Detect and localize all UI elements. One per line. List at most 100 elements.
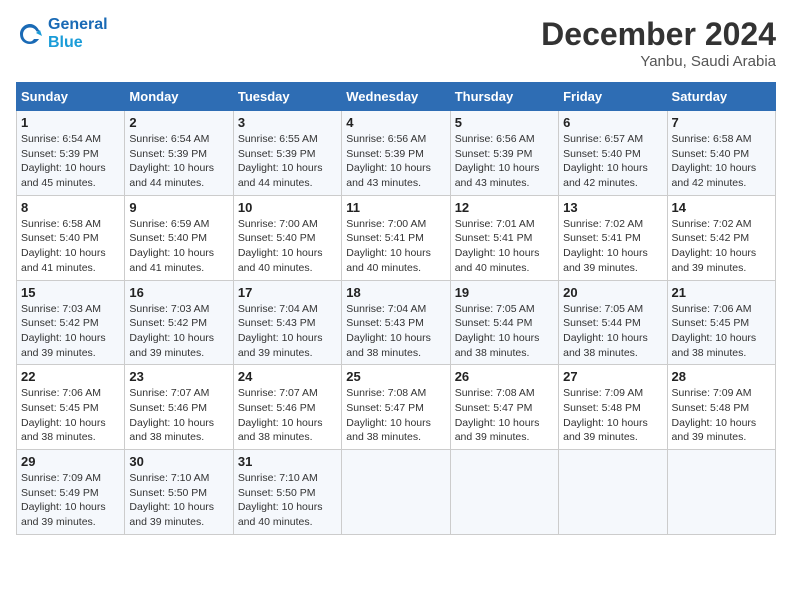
day-number: 7: [672, 115, 771, 130]
day-number: 20: [563, 285, 662, 300]
day-number: 28: [672, 369, 771, 384]
day-number: 10: [238, 200, 337, 215]
day-info: Sunrise: 6:55 AM Sunset: 5:39 PM Dayligh…: [238, 132, 337, 191]
day-number: 27: [563, 369, 662, 384]
day-info: Sunrise: 7:07 AM Sunset: 5:46 PM Dayligh…: [129, 386, 228, 445]
day-number: 18: [346, 285, 445, 300]
day-info: Sunrise: 6:57 AM Sunset: 5:40 PM Dayligh…: [563, 132, 662, 191]
day-number: 1: [21, 115, 120, 130]
calendar-cell: 6 Sunrise: 6:57 AM Sunset: 5:40 PM Dayli…: [559, 111, 667, 196]
day-number: 25: [346, 369, 445, 384]
calendar-cell: 2 Sunrise: 6:54 AM Sunset: 5:39 PM Dayli…: [125, 111, 233, 196]
day-info: Sunrise: 6:56 AM Sunset: 5:39 PM Dayligh…: [346, 132, 445, 191]
day-info: Sunrise: 7:05 AM Sunset: 5:44 PM Dayligh…: [455, 302, 554, 361]
day-info: Sunrise: 7:06 AM Sunset: 5:45 PM Dayligh…: [21, 386, 120, 445]
day-info: Sunrise: 7:10 AM Sunset: 5:50 PM Dayligh…: [129, 471, 228, 530]
day-info: Sunrise: 7:00 AM Sunset: 5:41 PM Dayligh…: [346, 217, 445, 276]
day-number: 31: [238, 454, 337, 469]
day-number: 13: [563, 200, 662, 215]
day-number: 15: [21, 285, 120, 300]
day-number: 14: [672, 200, 771, 215]
day-info: Sunrise: 7:03 AM Sunset: 5:42 PM Dayligh…: [129, 302, 228, 361]
day-info: Sunrise: 7:00 AM Sunset: 5:40 PM Dayligh…: [238, 217, 337, 276]
calendar-cell: 12 Sunrise: 7:01 AM Sunset: 5:41 PM Dayl…: [450, 195, 558, 280]
weekday-header-saturday: Saturday: [667, 83, 775, 111]
calendar-cell: 30 Sunrise: 7:10 AM Sunset: 5:50 PM Dayl…: [125, 450, 233, 535]
day-info: Sunrise: 7:05 AM Sunset: 5:44 PM Dayligh…: [563, 302, 662, 361]
day-info: Sunrise: 7:06 AM Sunset: 5:45 PM Dayligh…: [672, 302, 771, 361]
day-number: 23: [129, 369, 228, 384]
day-number: 5: [455, 115, 554, 130]
day-info: Sunrise: 7:09 AM Sunset: 5:49 PM Dayligh…: [21, 471, 120, 530]
calendar-cell: 17 Sunrise: 7:04 AM Sunset: 5:43 PM Dayl…: [233, 280, 341, 365]
calendar-cell: 16 Sunrise: 7:03 AM Sunset: 5:42 PM Dayl…: [125, 280, 233, 365]
day-number: 29: [21, 454, 120, 469]
day-number: 6: [563, 115, 662, 130]
day-number: 30: [129, 454, 228, 469]
day-info: Sunrise: 7:02 AM Sunset: 5:42 PM Dayligh…: [672, 217, 771, 276]
location: Yanbu, Saudi Arabia: [541, 53, 776, 70]
day-number: 2: [129, 115, 228, 130]
day-info: Sunrise: 6:58 AM Sunset: 5:40 PM Dayligh…: [672, 132, 771, 191]
calendar-cell: 11 Sunrise: 7:00 AM Sunset: 5:41 PM Dayl…: [342, 195, 450, 280]
day-number: 12: [455, 200, 554, 215]
day-number: 21: [672, 285, 771, 300]
calendar-cell: 7 Sunrise: 6:58 AM Sunset: 5:40 PM Dayli…: [667, 111, 775, 196]
day-number: 8: [21, 200, 120, 215]
calendar-cell: 4 Sunrise: 6:56 AM Sunset: 5:39 PM Dayli…: [342, 111, 450, 196]
day-info: Sunrise: 7:09 AM Sunset: 5:48 PM Dayligh…: [563, 386, 662, 445]
calendar-cell: 1 Sunrise: 6:54 AM Sunset: 5:39 PM Dayli…: [17, 111, 125, 196]
day-number: 9: [129, 200, 228, 215]
day-info: Sunrise: 6:59 AM Sunset: 5:40 PM Dayligh…: [129, 217, 228, 276]
calendar-cell: 13 Sunrise: 7:02 AM Sunset: 5:41 PM Dayl…: [559, 195, 667, 280]
weekday-header-sunday: Sunday: [17, 83, 125, 111]
day-number: 3: [238, 115, 337, 130]
month-title: December 2024: [541, 16, 776, 53]
day-number: 26: [455, 369, 554, 384]
calendar-cell: 20 Sunrise: 7:05 AM Sunset: 5:44 PM Dayl…: [559, 280, 667, 365]
day-number: 17: [238, 285, 337, 300]
calendar-cell: [667, 450, 775, 535]
day-info: Sunrise: 7:04 AM Sunset: 5:43 PM Dayligh…: [346, 302, 445, 361]
calendar-cell: 19 Sunrise: 7:05 AM Sunset: 5:44 PM Dayl…: [450, 280, 558, 365]
day-info: Sunrise: 6:54 AM Sunset: 5:39 PM Dayligh…: [21, 132, 120, 191]
day-info: Sunrise: 7:02 AM Sunset: 5:41 PM Dayligh…: [563, 217, 662, 276]
day-info: Sunrise: 7:07 AM Sunset: 5:46 PM Dayligh…: [238, 386, 337, 445]
logo-icon: [16, 20, 44, 48]
day-number: 16: [129, 285, 228, 300]
weekday-header-wednesday: Wednesday: [342, 83, 450, 111]
day-number: 19: [455, 285, 554, 300]
calendar-cell: 5 Sunrise: 6:56 AM Sunset: 5:39 PM Dayli…: [450, 111, 558, 196]
calendar-cell: 22 Sunrise: 7:06 AM Sunset: 5:45 PM Dayl…: [17, 365, 125, 450]
title-block: December 2024 Yanbu, Saudi Arabia: [541, 16, 776, 70]
calendar-cell: 14 Sunrise: 7:02 AM Sunset: 5:42 PM Dayl…: [667, 195, 775, 280]
calendar-cell: 18 Sunrise: 7:04 AM Sunset: 5:43 PM Dayl…: [342, 280, 450, 365]
logo: General Blue: [16, 16, 108, 51]
calendar-cell: 25 Sunrise: 7:08 AM Sunset: 5:47 PM Dayl…: [342, 365, 450, 450]
calendar-cell: 23 Sunrise: 7:07 AM Sunset: 5:46 PM Dayl…: [125, 365, 233, 450]
day-info: Sunrise: 7:04 AM Sunset: 5:43 PM Dayligh…: [238, 302, 337, 361]
weekday-header-friday: Friday: [559, 83, 667, 111]
calendar-cell: 15 Sunrise: 7:03 AM Sunset: 5:42 PM Dayl…: [17, 280, 125, 365]
calendar-cell: 10 Sunrise: 7:00 AM Sunset: 5:40 PM Dayl…: [233, 195, 341, 280]
calendar-cell: 28 Sunrise: 7:09 AM Sunset: 5:48 PM Dayl…: [667, 365, 775, 450]
day-info: Sunrise: 7:08 AM Sunset: 5:47 PM Dayligh…: [346, 386, 445, 445]
day-info: Sunrise: 7:10 AM Sunset: 5:50 PM Dayligh…: [238, 471, 337, 530]
calendar-cell: [342, 450, 450, 535]
day-info: Sunrise: 7:01 AM Sunset: 5:41 PM Dayligh…: [455, 217, 554, 276]
day-info: Sunrise: 6:58 AM Sunset: 5:40 PM Dayligh…: [21, 217, 120, 276]
weekday-header-monday: Monday: [125, 83, 233, 111]
logo-text: General Blue: [48, 16, 108, 51]
calendar-cell: 9 Sunrise: 6:59 AM Sunset: 5:40 PM Dayli…: [125, 195, 233, 280]
weekday-header-thursday: Thursday: [450, 83, 558, 111]
day-number: 22: [21, 369, 120, 384]
calendar-cell: [450, 450, 558, 535]
calendar-cell: 31 Sunrise: 7:10 AM Sunset: 5:50 PM Dayl…: [233, 450, 341, 535]
calendar-cell: 26 Sunrise: 7:08 AM Sunset: 5:47 PM Dayl…: [450, 365, 558, 450]
calendar-cell: 3 Sunrise: 6:55 AM Sunset: 5:39 PM Dayli…: [233, 111, 341, 196]
day-info: Sunrise: 7:03 AM Sunset: 5:42 PM Dayligh…: [21, 302, 120, 361]
calendar-cell: 27 Sunrise: 7:09 AM Sunset: 5:48 PM Dayl…: [559, 365, 667, 450]
day-info: Sunrise: 6:56 AM Sunset: 5:39 PM Dayligh…: [455, 132, 554, 191]
day-info: Sunrise: 7:09 AM Sunset: 5:48 PM Dayligh…: [672, 386, 771, 445]
day-number: 4: [346, 115, 445, 130]
